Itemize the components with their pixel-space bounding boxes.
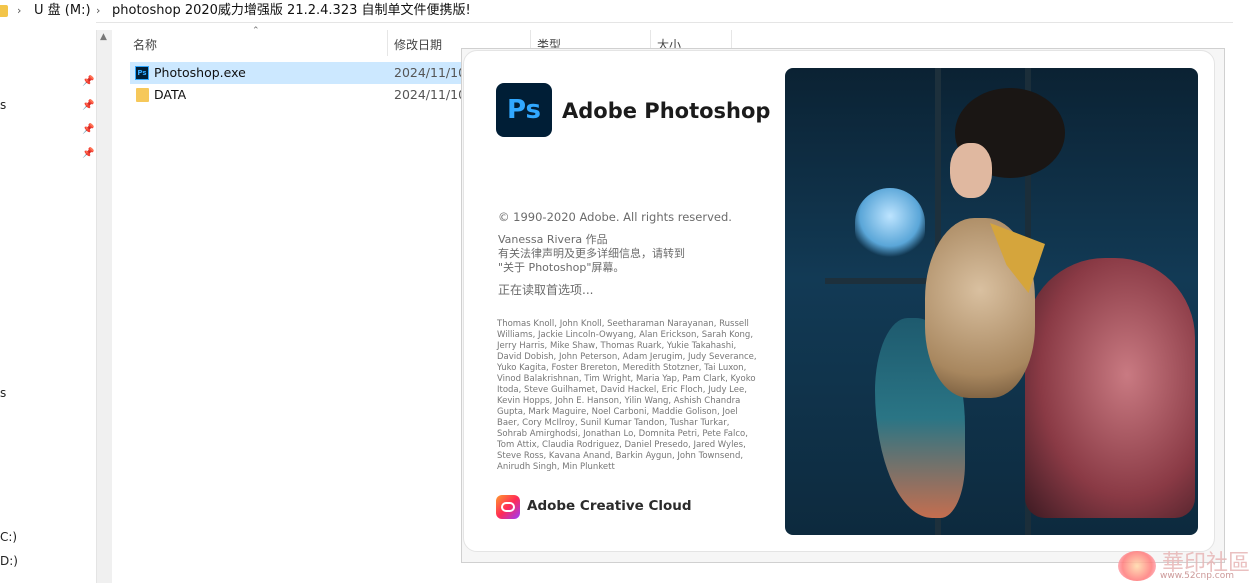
- column-name[interactable]: 名称: [133, 36, 157, 53]
- product-name: Adobe Photoshop: [562, 99, 771, 123]
- watermark-logo-icon: [1118, 551, 1156, 581]
- watermark-url: www.52cnp.com: [1160, 571, 1235, 581]
- pin-icon[interactable]: 📌: [82, 124, 94, 136]
- photoshop-icon: Ps: [135, 66, 149, 80]
- art-chair: [1025, 258, 1195, 518]
- scroll-up-arrow-icon[interactable]: ▲: [100, 32, 107, 42]
- file-modified-date: 2024/11/10: [394, 87, 467, 102]
- nav-item-drive-c[interactable]: C:): [0, 530, 17, 544]
- loading-status: 正在读取首选项...: [498, 283, 594, 297]
- chevron-right-icon[interactable]: ›: [17, 0, 21, 22]
- address-bar[interactable]: › U 盘 (M:) › photoshop 2020威力增强版 21.2.4.…: [0, 0, 1249, 23]
- splash-artwork: [785, 68, 1198, 535]
- folder-icon: [136, 88, 149, 102]
- sort-ascending-icon: ⌃: [252, 26, 260, 36]
- copyright-text: © 1990-2020 Adobe. All rights reserved.: [498, 210, 732, 224]
- watermark: 華印社區 www.52cnp.com: [1110, 545, 1249, 583]
- art-face: [950, 143, 992, 198]
- splash-card: Ps Adobe Photoshop © 1990-2020 Adobe. Al…: [463, 50, 1215, 552]
- chevron-right-icon[interactable]: ›: [96, 0, 100, 22]
- file-modified-date: 2024/11/10: [394, 65, 467, 80]
- nav-scrollbar[interactable]: ▲: [96, 30, 112, 583]
- art-jellyfish: [855, 188, 925, 258]
- pin-icon[interactable]: 📌: [82, 76, 94, 88]
- photoshop-logo-icon: Ps: [496, 83, 552, 137]
- file-row[interactable]: DATA 2024/11/10: [130, 84, 467, 106]
- nav-item-fragment[interactable]: s: [0, 98, 6, 112]
- column-divider[interactable]: [387, 30, 388, 56]
- nav-item-drive-d[interactable]: D:): [0, 554, 18, 568]
- creative-cloud-icon: [496, 495, 520, 519]
- artwork-credit-line: 有关法律声明及更多详细信息，请转到: [498, 247, 685, 260]
- breadcrumb-folder[interactable]: photoshop 2020威力增强版 21.2.4.323 自制单文件便携版!: [112, 0, 471, 22]
- artwork-credit-line: Vanessa Rivera 作品: [498, 233, 608, 246]
- column-modified[interactable]: 修改日期: [394, 36, 442, 53]
- pin-icon[interactable]: 📌: [82, 148, 94, 160]
- photoshop-splash-window: Ps Adobe Photoshop © 1990-2020 Adobe. Al…: [461, 48, 1225, 563]
- artwork-credit: Vanessa Rivera 作品 有关法律声明及更多详细信息，请转到 "关于 …: [498, 233, 685, 275]
- navigation-pane: 📌 📌 📌 📌 s s C:) D:): [0, 22, 96, 583]
- nav-item-fragment[interactable]: s: [0, 386, 6, 400]
- creative-cloud-label: Adobe Creative Cloud: [527, 498, 692, 514]
- window-edge: [1233, 22, 1249, 583]
- file-name: DATA: [154, 87, 187, 102]
- folder-icon: [0, 5, 8, 17]
- file-row[interactable]: Ps Photoshop.exe 2024/11/10: [130, 62, 467, 84]
- artwork-credit-line: "关于 Photoshop"屏幕。: [498, 261, 625, 274]
- breadcrumb-drive[interactable]: U 盘 (M:): [34, 0, 91, 22]
- pin-icon[interactable]: 📌: [82, 100, 94, 112]
- file-name: Photoshop.exe: [154, 65, 246, 80]
- team-credits: Thomas Knoll, John Knoll, Seetharaman Na…: [497, 319, 757, 472]
